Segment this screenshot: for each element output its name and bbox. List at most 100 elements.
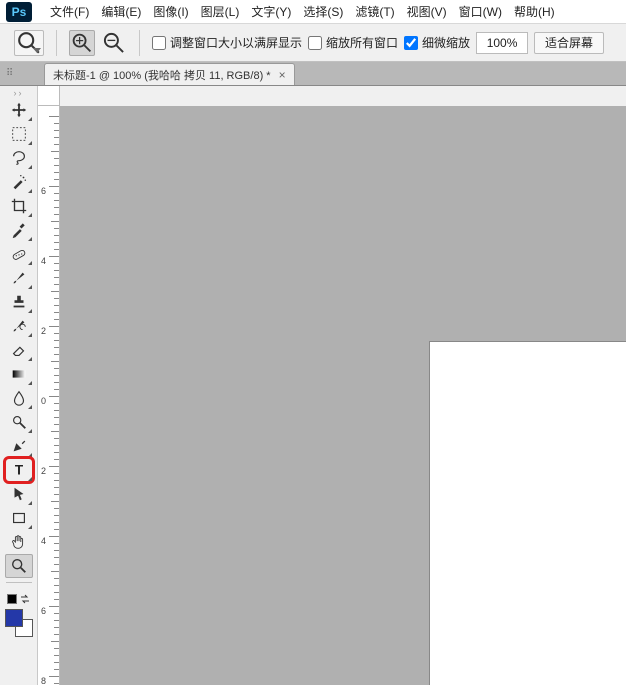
ruler-tick-label: 4 <box>41 256 46 266</box>
app-logo: Ps <box>6 2 32 22</box>
eraser-icon <box>10 341 28 359</box>
hand-icon <box>10 533 28 551</box>
toolbox: ›› T <box>0 86 38 685</box>
canvas-column: 14121086420246 64202468 <box>38 86 626 685</box>
zoom-tool-icon <box>10 557 28 575</box>
zoom-out-button[interactable] <box>101 30 127 56</box>
zoom-level-field[interactable]: 100% <box>476 32 528 54</box>
rectangle-icon <box>10 509 28 527</box>
tool-preset-picker[interactable] <box>14 30 44 56</box>
vertical-ruler[interactable]: 6 4 2 0 2 4 6 8 <box>38 106 60 685</box>
canvas-area[interactable] <box>60 106 626 685</box>
tab-grip-icon[interactable]: ⠿ <box>6 68 13 79</box>
tool-brush[interactable] <box>5 266 33 290</box>
scrubby-zoom-checkbox[interactable]: 细微缩放 <box>404 34 470 51</box>
scrubby-zoom-label: 细微缩放 <box>422 34 470 51</box>
swap-colors-icon[interactable] <box>19 593 31 605</box>
tool-history-brush[interactable] <box>5 314 33 338</box>
tool-zoom[interactable] <box>5 554 33 578</box>
menubar: Ps 文件(F) 编辑(E) 图像(I) 图层(L) 文字(Y) 选择(S) 滤… <box>0 0 626 24</box>
menu-image[interactable]: 图像(I) <box>147 0 194 23</box>
zoom-in-button[interactable] <box>69 30 95 56</box>
history-brush-icon <box>10 317 28 335</box>
document-tabs: ⠿ 未标题-1 @ 100% (我哈哈 拷贝 11, RGB/8) * × <box>0 62 626 86</box>
scrubby-zoom-input[interactable] <box>404 36 418 50</box>
tool-gradient[interactable] <box>5 362 33 386</box>
tool-blur[interactable] <box>5 386 33 410</box>
menu-file[interactable]: 文件(F) <box>44 0 95 23</box>
toolbox-grip-icon[interactable]: ›› <box>14 88 24 98</box>
dodge-icon <box>10 413 28 431</box>
zoom-all-checkbox[interactable]: 缩放所有窗口 <box>308 34 398 51</box>
separator <box>139 30 140 56</box>
zoom-in-icon <box>70 31 94 55</box>
document-tab[interactable]: 未标题-1 @ 100% (我哈哈 拷贝 11, RGB/8) * × <box>44 63 295 85</box>
options-bar: 调整窗口大小以满屏显示 缩放所有窗口 细微缩放 100% 适合屏幕 <box>0 24 626 62</box>
ruler-tick-label: 2 <box>41 326 46 336</box>
tool-move[interactable] <box>5 98 33 122</box>
tool-rectangle[interactable] <box>5 506 33 530</box>
ruler-tick-label: 6 <box>41 186 46 196</box>
close-icon[interactable]: × <box>279 68 286 82</box>
artboard <box>430 342 626 685</box>
ruler-tick-label: 8 <box>41 676 46 685</box>
tool-path-select[interactable] <box>5 482 33 506</box>
tool-eyedropper[interactable] <box>5 218 33 242</box>
tool-crop[interactable] <box>5 194 33 218</box>
tool-pen[interactable] <box>5 434 33 458</box>
marquee-icon <box>10 125 28 143</box>
crop-icon <box>10 197 28 215</box>
tool-wand[interactable] <box>5 170 33 194</box>
menu-select[interactable]: 选择(S) <box>297 0 349 23</box>
ruler-tick-label: 6 <box>41 606 46 616</box>
zoom-all-label: 缩放所有窗口 <box>326 34 398 51</box>
brush-icon <box>10 269 28 287</box>
zoom-all-input[interactable] <box>308 36 322 50</box>
ruler-corner <box>38 86 60 106</box>
tool-dodge[interactable] <box>5 410 33 434</box>
tool-lasso[interactable] <box>5 146 33 170</box>
foreground-swatch[interactable] <box>5 609 23 627</box>
resize-windows-label: 调整窗口大小以满屏显示 <box>170 34 302 51</box>
resize-windows-checkbox[interactable]: 调整窗口大小以满屏显示 <box>152 34 302 51</box>
menu-window[interactable]: 窗口(W) <box>453 0 508 23</box>
default-swap-swatches[interactable] <box>7 593 31 605</box>
ruler-tick-label: 0 <box>41 396 46 406</box>
stamp-icon <box>10 293 28 311</box>
document-tab-title: 未标题-1 @ 100% (我哈哈 拷贝 11, RGB/8) * <box>53 67 271 83</box>
work-area: ›› T 1412108642024 <box>0 86 626 685</box>
resize-windows-input[interactable] <box>152 36 166 50</box>
type-icon: T <box>10 461 28 479</box>
zoom-out-icon <box>101 30 127 56</box>
default-colors-icon[interactable] <box>7 594 17 604</box>
tool-marquee[interactable] <box>5 122 33 146</box>
path-select-icon <box>10 485 28 503</box>
lasso-icon <box>10 149 28 167</box>
menu-view[interactable]: 视图(V) <box>401 0 453 23</box>
separator <box>56 30 57 56</box>
pen-icon <box>10 437 28 455</box>
color-swatches[interactable] <box>5 609 33 637</box>
menu-help[interactable]: 帮助(H) <box>508 0 561 23</box>
menu-filter[interactable]: 滤镜(T) <box>349 0 400 23</box>
svg-text:T: T <box>14 463 23 478</box>
zoom-icon <box>15 29 43 57</box>
healing-icon <box>10 245 28 263</box>
menu-layer[interactable]: 图层(L) <box>195 0 246 23</box>
wand-icon <box>10 173 28 191</box>
blur-icon <box>10 389 28 407</box>
menu-type[interactable]: 文字(Y) <box>245 0 297 23</box>
fit-screen-button[interactable]: 适合屏幕 <box>534 32 604 54</box>
tool-hand[interactable] <box>5 530 33 554</box>
tool-healing[interactable] <box>5 242 33 266</box>
tool-eraser[interactable] <box>5 338 33 362</box>
ruler-tick-label: 2 <box>41 466 46 476</box>
ruler-tick-label: 4 <box>41 536 46 546</box>
menu-edit[interactable]: 编辑(E) <box>95 0 147 23</box>
move-icon <box>10 101 28 119</box>
separator <box>6 582 32 583</box>
tool-stamp[interactable] <box>5 290 33 314</box>
eyedropper-icon <box>10 221 28 239</box>
tool-type[interactable]: T <box>5 458 33 482</box>
gradient-icon <box>10 365 28 383</box>
